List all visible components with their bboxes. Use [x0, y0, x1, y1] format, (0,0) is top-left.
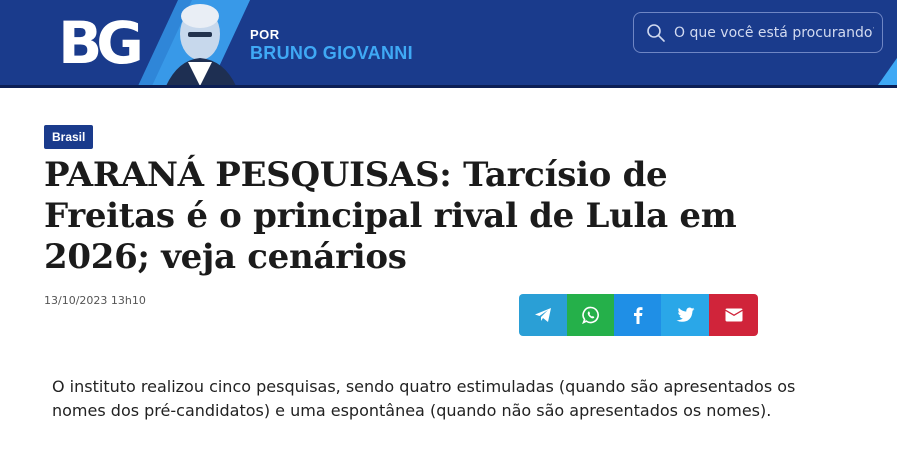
telegram-icon — [535, 308, 551, 322]
share-whatsapp-button[interactable] — [567, 294, 614, 336]
article-headline: PARANÁ PESQUISAS: Tarcísio de Freitas é … — [44, 155, 737, 277]
article-timestamp: 13/10/2023 13h10 — [44, 294, 146, 307]
share-telegram-button[interactable] — [519, 294, 567, 336]
email-icon — [725, 308, 742, 322]
article-body: O instituto realizou cinco pesquisas, se… — [52, 377, 796, 420]
whatsapp-icon — [581, 306, 599, 324]
search-input[interactable] — [674, 21, 874, 45]
search-box — [633, 12, 883, 53]
corner-accent — [878, 58, 897, 85]
twitter-icon — [676, 307, 695, 322]
header-divider — [0, 85, 897, 88]
category-badge[interactable]: Brasil — [44, 125, 94, 149]
facebook-icon — [633, 307, 642, 324]
author-byline: POR BRUNO GIOVANNI — [250, 27, 413, 64]
share-email-button[interactable] — [709, 294, 758, 336]
byline-prefix: POR — [250, 27, 280, 42]
search-icon[interactable] — [646, 23, 666, 43]
site-header: BG POR BRUNO GIOVANNI — [0, 0, 897, 88]
share-bar — [519, 294, 758, 336]
byline-name[interactable]: BRUNO GIOVANNI — [250, 43, 413, 64]
share-twitter-button[interactable] — [661, 294, 709, 336]
share-facebook-button[interactable] — [614, 294, 661, 336]
logo-text: BG — [58, 9, 144, 77]
author-portrait — [138, 0, 250, 86]
